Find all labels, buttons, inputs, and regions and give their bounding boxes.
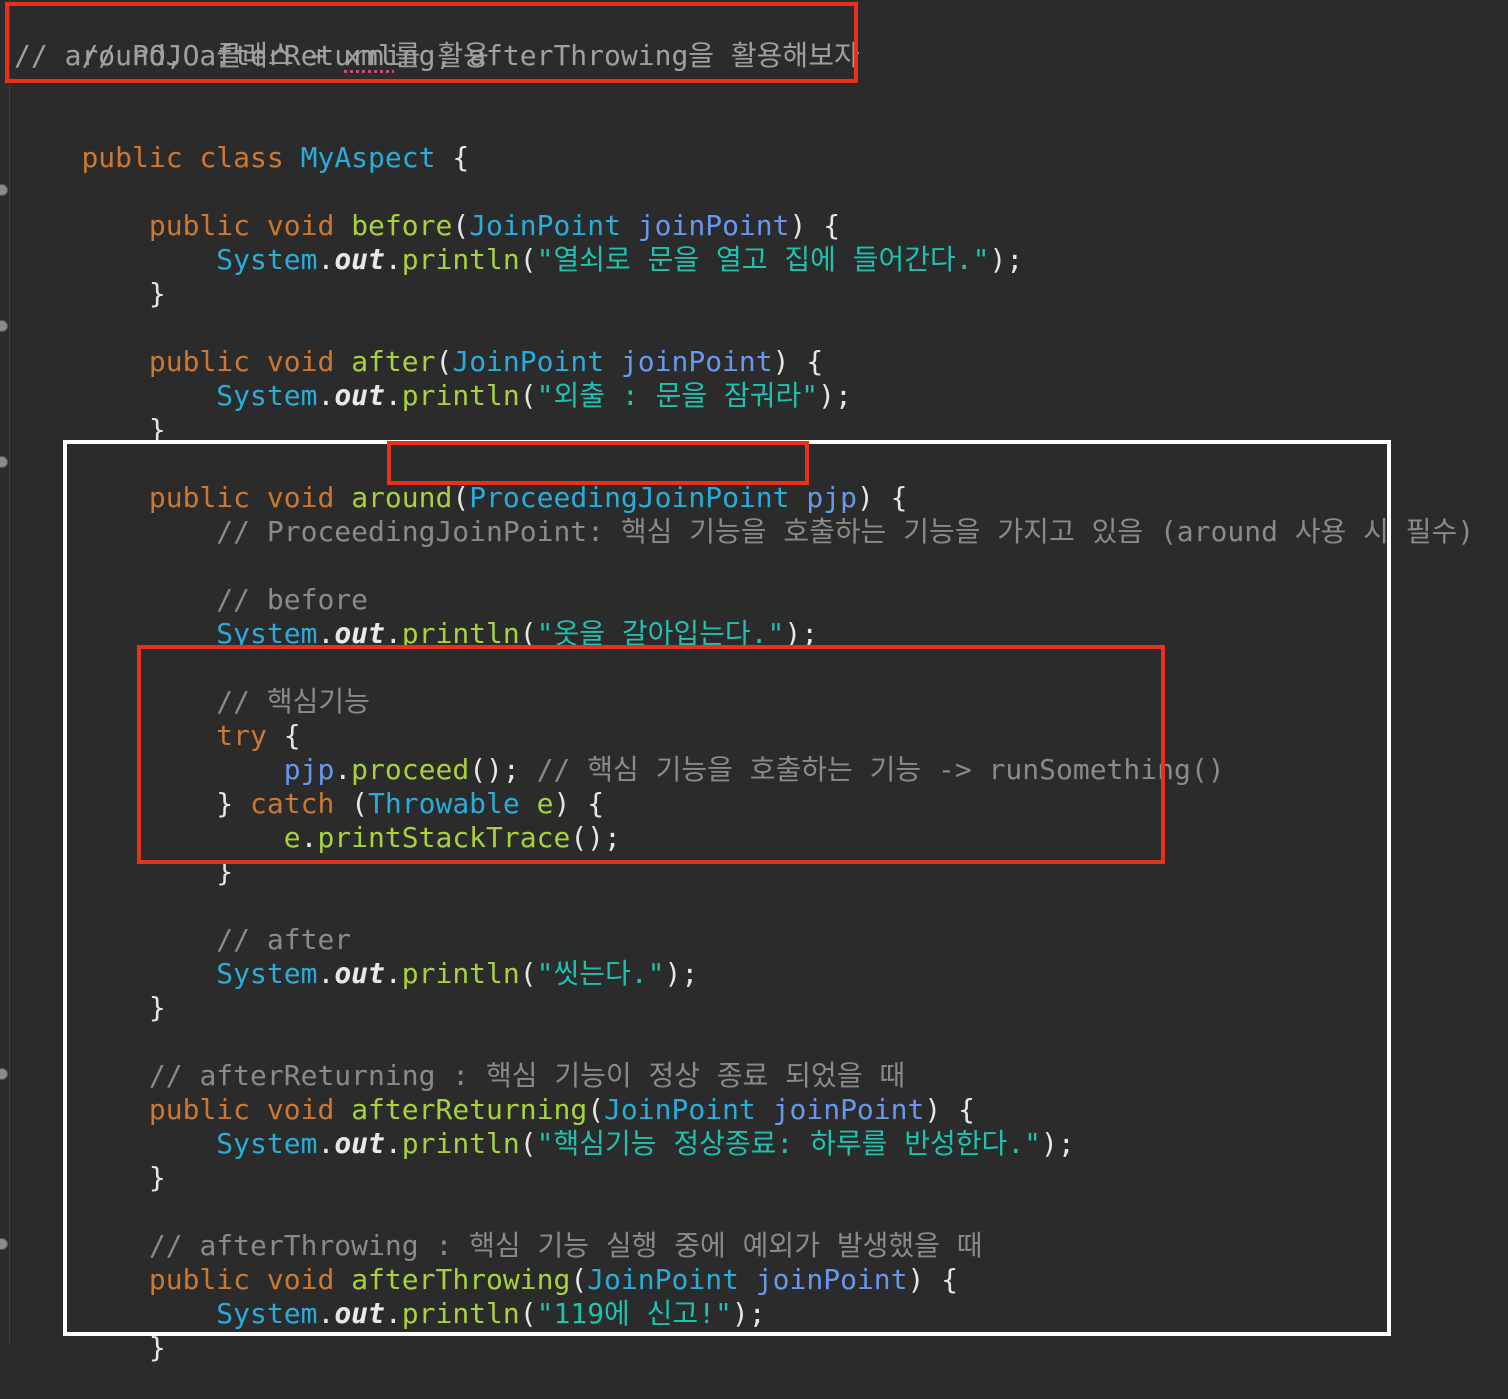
- code-line-after-throwing-comment: // afterThrowing : 핵심 기능 실행 중에 예외가 발생했을 …: [148, 1229, 983, 1262]
- code-line-class-declaration: public class MyAspect {: [81, 141, 470, 174]
- code-line-after-throwing-signature: public void afterThrowing(JoinPoint join…: [148, 1263, 959, 1296]
- code-line-before-close: }: [148, 277, 166, 310]
- fold-marker-icon[interactable]: [0, 184, 8, 196]
- code-line-catch-close: }: [216, 855, 234, 888]
- code-line-around-signature: public void around(ProceedingJoinPoint p…: [148, 481, 908, 514]
- code-line-after-close: }: [148, 413, 166, 446]
- code-line-after-comment: // after: [216, 923, 352, 956]
- fold-marker-icon[interactable]: [0, 320, 8, 332]
- gutter: [9, 0, 10, 1344]
- code-editor[interactable]: // POJO 클래스 + xml를 활용 // around, afterRe…: [0, 0, 1508, 1364]
- code-line-after-returning-comment: // afterReturning : 핵심 기능이 정상 종료 되었을 때: [148, 1059, 906, 1092]
- code-line-around-before-body: System.out.println("옷을 갈아입는다.");: [216, 617, 819, 650]
- code-line-after-body: System.out.println("외출 : 문을 잠궈라");: [216, 379, 852, 412]
- fold-marker-icon[interactable]: [0, 1068, 8, 1080]
- code-line-after-returning-body: System.out.println("핵심기능 정상종료: 하루를 반성한다.…: [216, 1127, 1075, 1160]
- code-line-around-close: }: [148, 991, 166, 1024]
- code-line-comment-pojo: // POJO 클래스 + xml를 활용: [81, 39, 489, 72]
- code-line-proceed: pjp.proceed(); // 핵심 기능을 호출하는 기능 -> runS…: [283, 753, 1225, 786]
- code-line-core-comment: // 핵심기능: [216, 685, 370, 718]
- code-line-around-after-body: System.out.println("씻는다.");: [216, 957, 699, 990]
- fold-marker-icon[interactable]: [0, 456, 8, 468]
- code-line-comment-advice: // around, afterReturning, afterThrowing…: [14, 39, 860, 72]
- code-line-try: try {: [216, 719, 301, 752]
- code-line-after-throwing-body: System.out.println("119에 신고!");: [216, 1297, 766, 1330]
- code-line-print-stack-trace: e.printStackTrace();: [283, 821, 621, 854]
- code-line-before-body: System.out.println("열쇠로 문을 열고 집에 들어간다.")…: [216, 243, 1024, 276]
- code-line-pjp-comment: // ProceedingJoinPoint: 핵심 기능을 호출하는 기능을 …: [216, 515, 1475, 548]
- code-line-catch: } catch (Throwable e) {: [216, 787, 605, 820]
- code-line-after-returning-close: }: [148, 1161, 166, 1194]
- code-line-after-signature: public void after(JoinPoint joinPoint) {: [148, 345, 824, 378]
- code-line-before-comment: // before: [216, 583, 369, 616]
- code-line-before-signature: public void before(JoinPoint joinPoint) …: [148, 209, 841, 242]
- fold-marker-icon[interactable]: [0, 1238, 8, 1250]
- code-line-after-throwing-close: }: [148, 1331, 166, 1364]
- code-line-after-returning-signature: public void afterReturning(JoinPoint joi…: [148, 1093, 975, 1126]
